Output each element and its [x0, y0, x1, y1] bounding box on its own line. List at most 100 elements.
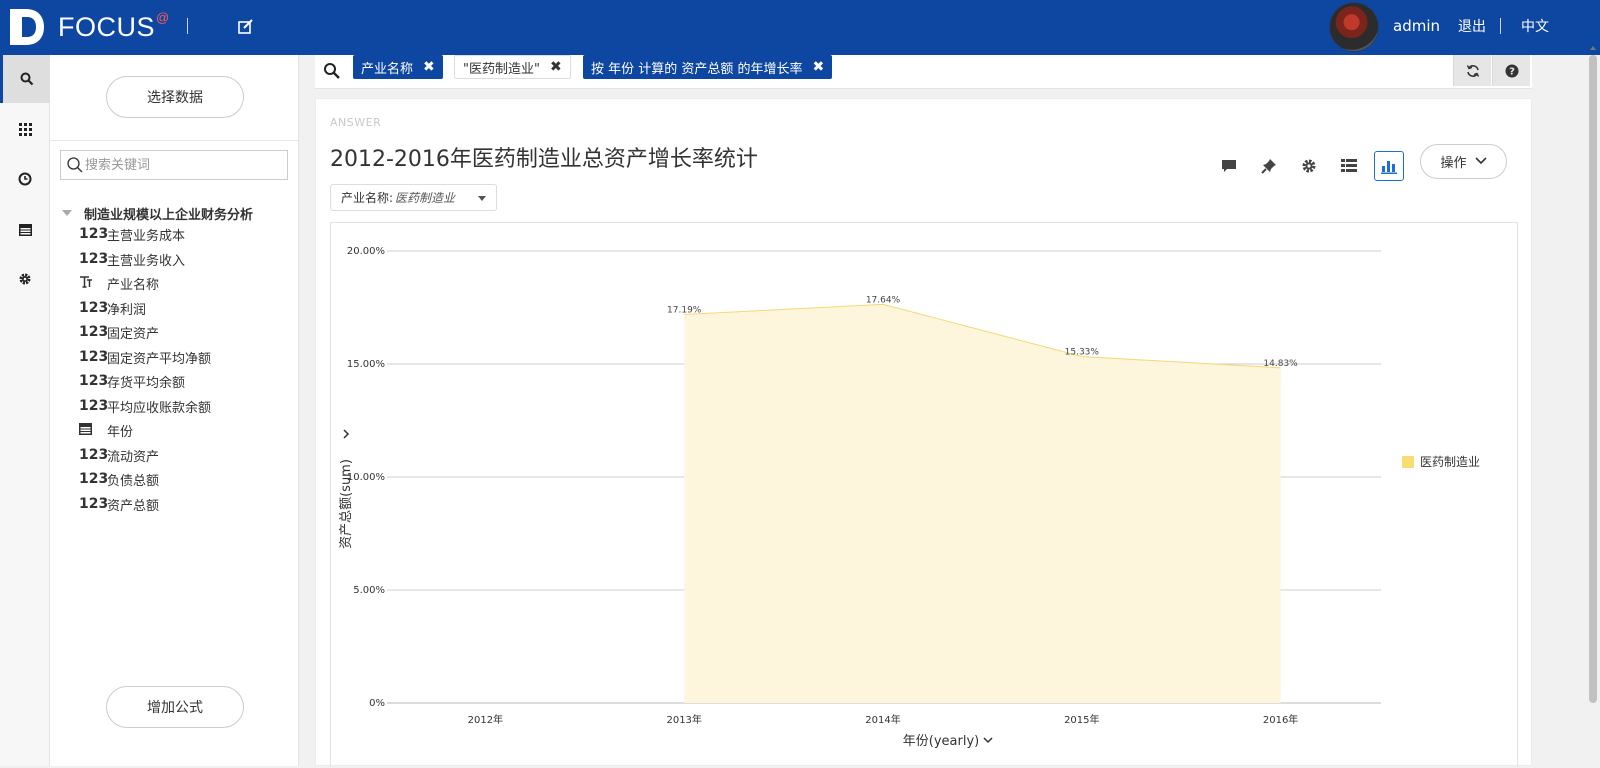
avatar[interactable] [1329, 2, 1379, 52]
field-item[interactable]: 123 固定资产 [79, 323, 160, 342]
field-label: 产业名称 [107, 277, 160, 293]
gear-icon [19, 273, 31, 285]
settings-button[interactable] [1294, 151, 1324, 181]
keyword-search-input[interactable] [85, 155, 281, 175]
legend-swatch [1402, 456, 1414, 468]
data-label: 15.33% [1065, 348, 1100, 358]
logo-mark-icon [10, 9, 44, 45]
divider [50, 140, 299, 141]
gear-icon [1302, 159, 1316, 173]
close-icon[interactable]: ✖ [550, 59, 562, 75]
chart-view-button[interactable] [1374, 151, 1404, 181]
field-label: 固定资产 [107, 326, 160, 342]
data-label: 17.19% [667, 306, 702, 316]
number-type-icon: 123 [79, 373, 109, 389]
calendar-icon [18, 223, 32, 236]
data-label: 17.64% [866, 295, 901, 305]
search-icon [67, 157, 83, 177]
calendar-icon [79, 422, 107, 439]
close-icon[interactable]: ✖ [423, 59, 435, 75]
y-tick-label: 5.00% [353, 585, 385, 596]
field-item[interactable]: 123 负债总额 [79, 470, 160, 489]
legend-label: 医药制造业 [1420, 455, 1480, 469]
pin-button[interactable] [1254, 151, 1284, 181]
table-view-button[interactable] [1334, 151, 1364, 181]
top-divider [1500, 18, 1501, 34]
operations-button[interactable]: 操作 [1420, 144, 1507, 179]
field-label: 主营业务成本 [107, 228, 186, 244]
field-item[interactable]: 123 存货平均余额 [79, 372, 186, 391]
grid-icon [18, 122, 32, 136]
scrollbar-thumb[interactable] [1589, 55, 1597, 703]
close-icon[interactable]: ✖ [813, 59, 825, 75]
field-item[interactable]: 123 固定资产平均净额 [79, 348, 212, 367]
chevron-down-icon [1474, 154, 1487, 169]
dropdown-arrow-icon [478, 196, 486, 201]
answer-tag: ANSWER [330, 116, 382, 129]
help-icon: ? [1505, 64, 1518, 77]
list-icon [1341, 159, 1357, 172]
chevron-down-icon [983, 737, 993, 744]
search-icon[interactable] [323, 62, 341, 84]
language-link[interactable]: 中文 [1521, 16, 1549, 36]
field-item[interactable]: 123 净利润 [79, 299, 146, 318]
field-item[interactable]: 年份 [79, 421, 133, 440]
text-type-icon [79, 274, 107, 292]
field-item[interactable]: 123 资产总额 [79, 495, 160, 514]
filter-chip[interactable]: 按 年份 计算的 资产总额 的年增长率 ✖ [583, 55, 833, 79]
field-item[interactable]: 123 平均应收账款余额 [79, 397, 211, 416]
data-sidebar: 选择数据 制造业规模以上企业财务分析 123主营业务成本 123主营业务收入 产… [50, 55, 299, 766]
rail-settings[interactable] [0, 255, 50, 303]
keyword-search[interactable] [60, 150, 288, 180]
field-item[interactable]: 123 流动资产 [79, 446, 160, 465]
filter-value: 医药制造业 [395, 191, 456, 205]
top-bar: FOCUS@ admin 退出 中文 [0, 0, 1600, 55]
y-axis-title: 资产总额(sum) [339, 459, 354, 549]
field-label: 固定资产平均净额 [107, 351, 212, 367]
chip-label: 按 年份 计算的 资产总额 的年增长率 [591, 61, 803, 77]
field-item[interactable]: 123 主营业务收入 [79, 250, 185, 269]
tree-root-dataset[interactable]: 制造业规模以上企业财务分析 [62, 205, 253, 223]
chevron-right-icon [343, 429, 350, 439]
number-type-icon: 123 [79, 251, 109, 267]
rail-calendar[interactable] [0, 205, 50, 253]
add-formula-button[interactable]: 增加公式 [106, 686, 244, 728]
rail-history[interactable] [0, 155, 50, 203]
field-label: 负债总额 [107, 473, 160, 489]
help-button[interactable]: ? [1492, 55, 1530, 86]
rail-apps[interactable] [0, 105, 50, 153]
focus-logo[interactable]: FOCUS@ [10, 6, 170, 48]
edit-icon[interactable] [236, 17, 256, 37]
number-type-icon: 123 [79, 471, 109, 487]
industry-filter-dropdown[interactable]: 产业名称: 医药制造业 [330, 184, 497, 211]
scroll-up-arrow-icon[interactable] [1586, 40, 1600, 54]
field-item[interactable]: 产业名称 [79, 274, 160, 293]
field-item[interactable]: 123 主营业务成本 [79, 225, 186, 244]
x-tick-label: 2012年 [468, 713, 503, 726]
field-label: 存货平均余额 [107, 375, 186, 391]
field-label: 流动资产 [107, 449, 160, 465]
filter-label: 产业名称: [341, 191, 394, 205]
y-tick-label: 20.00% [347, 246, 385, 257]
number-type-icon: 123 [79, 226, 109, 242]
chip-label: 产业名称 [361, 61, 414, 77]
select-data-button[interactable]: 选择数据 [106, 76, 244, 118]
number-type-icon: 123 [79, 324, 109, 340]
logout-link[interactable]: 退出 [1458, 16, 1486, 36]
operations-label: 操作 [1440, 156, 1467, 171]
filter-chip[interactable]: "医药制造业" ✖ [454, 55, 571, 79]
main-panel: 产业名称 ✖ "医药制造业" ✖ 按 年份 计算的 资产总额 的年增长率 ✖ ? AN… [299, 55, 1553, 767]
refresh-button[interactable] [1453, 55, 1491, 86]
series-area [684, 304, 1281, 703]
number-type-icon: 123 [79, 349, 109, 365]
field-label: 资产总额 [107, 498, 160, 514]
filter-chip[interactable]: 产业名称 ✖ [353, 55, 443, 79]
x-axis-title: 年份(yearly) [903, 734, 979, 749]
rail-search[interactable] [0, 55, 50, 103]
page-scrollbar[interactable] [1586, 55, 1600, 766]
comment-button[interactable] [1214, 151, 1244, 181]
answer-card: ANSWER 2012-2016年医药制造业总资产增长率统计 操作 产业名称: 医… [315, 98, 1532, 767]
comment-icon [1222, 160, 1236, 172]
user-name[interactable]: admin [1393, 17, 1440, 35]
refresh-icon [1466, 64, 1479, 77]
